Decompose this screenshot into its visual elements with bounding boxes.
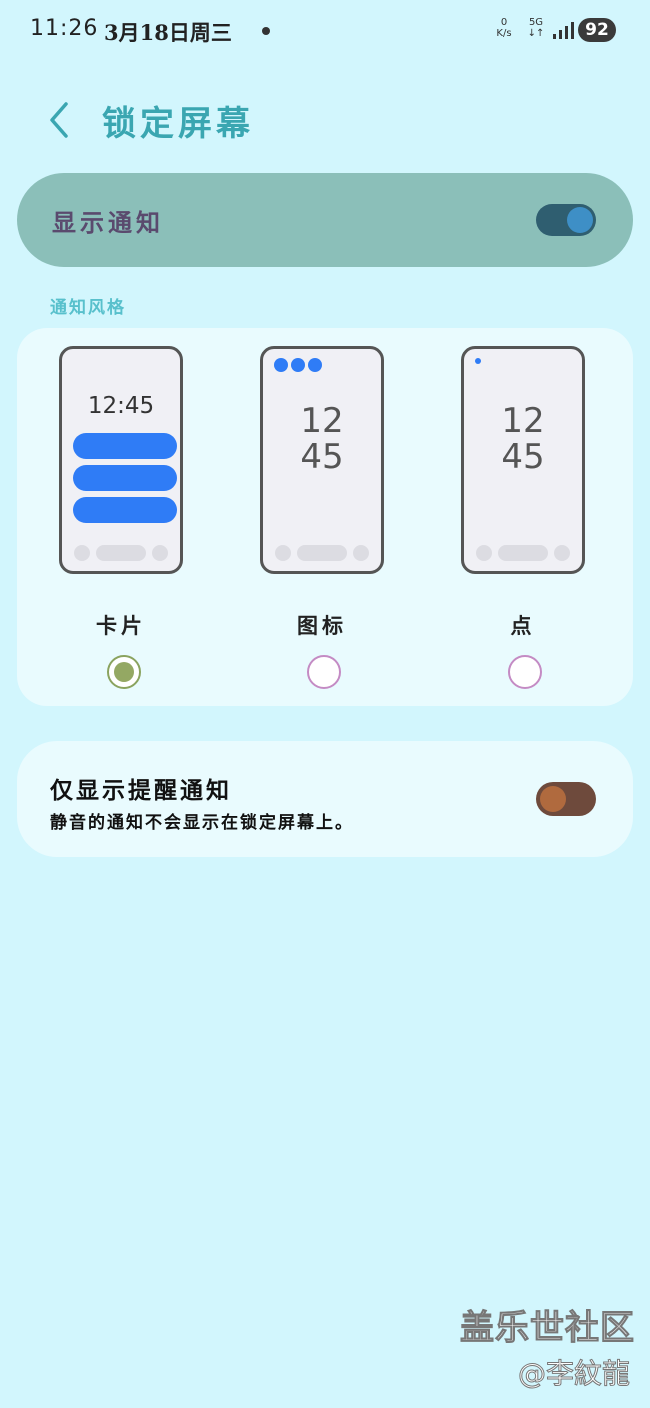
style-dot-label: 点 <box>510 613 536 638</box>
style-icon-preview[interactable]: 12 45 <box>260 346 384 574</box>
show-notifications-label: 显示通知 <box>52 208 164 237</box>
preview-clock: 12 45 <box>263 403 381 475</box>
preview-dock <box>476 545 570 561</box>
style-card-label: 卡片 <box>96 613 146 638</box>
alert-only-subtitle: 静音的通知不会显示在锁定屏幕上。 <box>50 813 354 833</box>
style-icon-label: 图标 <box>297 613 347 638</box>
network-type-label: 5G <box>528 17 544 28</box>
notification-card-bar <box>73 433 177 459</box>
notification-card-bar <box>73 465 177 491</box>
notification-dot <box>475 358 481 364</box>
style-card-radio[interactable] <box>107 655 141 689</box>
alert-only-toggle[interactable] <box>536 782 596 816</box>
status-date: 3月18日周三 <box>104 20 232 45</box>
preview-dock <box>74 545 168 561</box>
battery-icon: 92 <box>578 18 616 42</box>
network-type: 5G ↓↑ <box>526 17 546 39</box>
toggle-knob <box>567 207 593 233</box>
preview-dock <box>275 545 369 561</box>
net-speed-unit: K/s <box>496 28 512 39</box>
preview-clock-hours: 12 <box>300 401 344 441</box>
notification-icon-dot <box>308 358 322 372</box>
notification-card-bar <box>73 497 177 523</box>
show-notifications-toggle[interactable] <box>536 204 596 236</box>
preview-clock-minutes: 45 <box>501 437 545 477</box>
watermark-author: @李紋龍 <box>517 1357 631 1391</box>
style-dot-radio[interactable] <box>508 655 542 689</box>
net-speed: 0 K/s <box>492 17 516 39</box>
watermark-community: 盖乐世社区 <box>460 1308 635 1349</box>
status-time: 11:26 <box>30 16 99 41</box>
net-speed-value: 0 <box>500 17 508 28</box>
notification-icon-dot <box>274 358 288 372</box>
style-icon-radio[interactable] <box>307 655 341 689</box>
chevron-left-icon[interactable] <box>36 94 82 146</box>
preview-clock: 12:45 <box>87 393 155 419</box>
toggle-knob <box>540 786 566 812</box>
signal-icon <box>553 22 574 39</box>
preview-clock-minutes: 45 <box>300 437 344 477</box>
style-dot-preview[interactable]: 12 45 <box>461 346 585 574</box>
preview-clock-hours: 12 <box>501 401 545 441</box>
page-title: 锁定屏幕 <box>102 104 254 144</box>
style-card-preview[interactable]: 12:45 <box>59 346 183 574</box>
data-arrows-icon: ↓↑ <box>527 28 545 39</box>
alert-only-title: 仅显示提醒通知 <box>50 777 232 804</box>
notification-icon-dot <box>291 358 305 372</box>
notification-style-section-label: 通知风格 <box>50 298 126 318</box>
preview-clock: 12 45 <box>464 403 582 475</box>
notification-dot-icon <box>262 27 270 35</box>
